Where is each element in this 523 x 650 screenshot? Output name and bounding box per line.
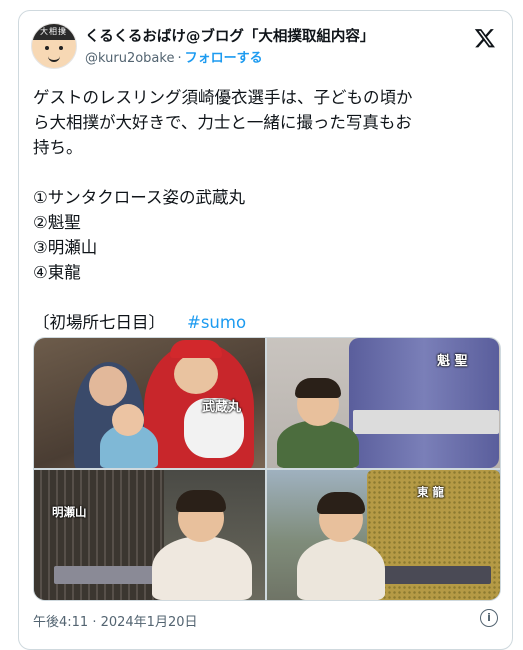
list-item: ②魁聖	[33, 213, 81, 232]
avatar-text: 大相撲	[40, 27, 67, 36]
info-icon[interactable]: i	[480, 609, 498, 627]
avatar-mouth	[48, 55, 60, 62]
author-display-name[interactable]: くるくるおばけ@ブログ「大相撲取組内容」	[85, 25, 374, 46]
avatar[interactable]: 大相撲	[31, 23, 77, 69]
post-line: ら大相撲が大好きで、力士と一緒に撮った写真もお	[33, 113, 412, 132]
avatar-eye-right	[59, 46, 63, 50]
separator-dot: ·	[177, 51, 182, 66]
child-figure	[277, 420, 359, 468]
list-item: ①サンタクロース姿の武蔵丸	[33, 188, 245, 207]
photo-grid: 武蔵丸 魁 聖 明瀬山 東 龍	[33, 337, 501, 601]
author-handle[interactable]: @kuru2obake	[85, 51, 174, 66]
photo-kaisei[interactable]: 魁 聖	[267, 338, 500, 468]
santa-face	[174, 354, 218, 394]
photo-label: 武蔵丸	[202, 400, 242, 415]
follow-button[interactable]: フォローする	[185, 51, 263, 66]
wrestler-robe	[349, 338, 499, 468]
post-header: 大相撲 くるくるおばけ@ブログ「大相撲取組内容」 @kuru2obake · フォロ…	[19, 11, 512, 75]
post-timestamp[interactable]: 午後4:11 · 2024年1月20日	[33, 611, 198, 630]
post-text: ゲストのレスリング須崎優衣選手は、子どもの頃か ら大相撲が大好きで、力士と一緒に…	[33, 85, 503, 335]
photo-musashimaru[interactable]: 武蔵丸	[34, 338, 265, 468]
photo-label: 東 龍	[417, 485, 445, 499]
mother-face	[89, 366, 127, 406]
child-hair	[295, 378, 341, 398]
post-card: 大相撲 くるくるおばけ@ブログ「大相撲取組内容」 @kuru2obake · フォロ…	[18, 10, 513, 650]
photo-label: 魁 聖	[437, 354, 468, 369]
child-hair	[176, 490, 226, 512]
child-hair	[317, 492, 365, 514]
hashtag-link[interactable]: #sumo	[187, 313, 246, 332]
photo-label: 明瀬山	[52, 505, 87, 519]
post-line: 持ち。	[33, 138, 83, 157]
avatar-eye-left	[45, 46, 49, 50]
avatar-headband: 大相撲	[32, 24, 76, 40]
santa-hat	[170, 340, 222, 358]
child-figure	[297, 538, 385, 600]
post-footer-text: 〔初場所七日目〕	[33, 313, 165, 332]
photo-azumaryu[interactable]: 東 龍	[267, 470, 500, 600]
wrestler-belt	[371, 566, 491, 584]
child-figure	[152, 536, 252, 600]
wrestler-belt	[353, 410, 499, 434]
child-face	[112, 404, 144, 436]
post-footer-line: 〔初場所七日目〕 #sumo	[33, 310, 503, 335]
post-line: ゲストのレスリング須崎優衣選手は、子どもの頃か	[33, 88, 413, 107]
wrestler-belt	[54, 566, 154, 584]
list-item: ④東龍	[33, 263, 81, 282]
list-item: ③明瀬山	[33, 238, 98, 257]
author-handle-row: @kuru2obake · フォローする	[85, 47, 263, 66]
photo-akiseyama[interactable]: 明瀬山	[34, 470, 265, 600]
x-logo-icon[interactable]	[474, 27, 496, 49]
